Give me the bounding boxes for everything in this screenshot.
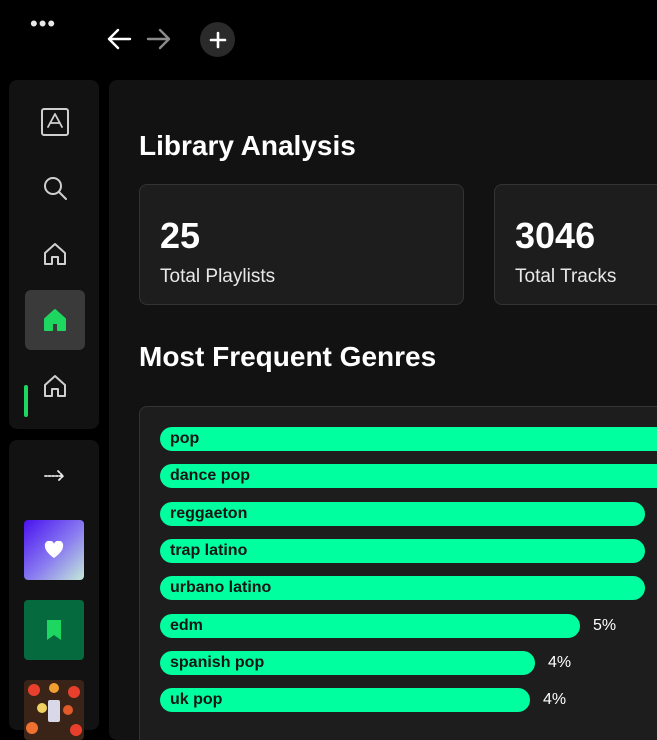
arrow-right-icon[interactable]: [145, 26, 173, 52]
home-icon: [44, 243, 66, 265]
section-title: Most Frequent Genres: [139, 341, 437, 372]
sidebar-library: [9, 440, 99, 740]
genre-row: uk pop 4%: [160, 688, 657, 713]
genre-row: edm 5%: [160, 613, 657, 638]
genre-chart: pop dance pop reggaeton trap latino urbano l…: [139, 406, 657, 740]
genre-label: trap latino: [170, 541, 248, 559]
top-bar: •••: [0, 0, 657, 80]
genre-bar: urbano latino: [160, 576, 645, 601]
sidebar-item-marketplace[interactable]: [25, 92, 85, 152]
sidebar-item-home-2[interactable]: [25, 356, 85, 416]
genre-label: dance pop: [170, 467, 251, 485]
genre-row: urbano latino: [160, 576, 657, 601]
main-content: Library Analysis 25 Total Playlists 3046…: [109, 80, 657, 740]
genre-bar: uk pop: [160, 688, 530, 713]
genre-row: spanish pop 4%: [160, 650, 657, 675]
page-title: Library Analysis: [139, 130, 356, 161]
stat-label: Total Playlists: [160, 266, 276, 287]
expand-library-button[interactable]: [25, 446, 85, 506]
bookmark-icon: [47, 620, 61, 640]
plus-icon: [209, 31, 226, 48]
sidebar-item-home-active[interactable]: [25, 290, 85, 350]
genre-bar: edm: [160, 613, 580, 638]
new-button[interactable]: [200, 22, 235, 57]
genre-label: reggaeton: [170, 504, 248, 522]
genre-bar: spanish pop: [160, 650, 535, 675]
playlist-cover-tile[interactable]: [24, 680, 84, 740]
genre-bar: trap latino: [160, 538, 645, 563]
sidebar-item-home[interactable]: [25, 224, 85, 284]
marketplace-icon: [41, 108, 69, 136]
genre-label: spanish pop: [170, 653, 265, 671]
home-icon: [44, 309, 66, 331]
sidebar-item-search[interactable]: [25, 158, 85, 218]
genre-percent: 5%: [593, 616, 617, 634]
genre-row: dance pop: [160, 464, 657, 489]
home-icon: [44, 375, 66, 397]
arrow-left-icon[interactable]: [105, 26, 133, 52]
stat-label: Total Tracks: [515, 266, 617, 287]
genre-percent: 4%: [543, 691, 567, 709]
arrow-right-icon: [44, 470, 64, 482]
sidebar-nav: [9, 80, 99, 429]
genre-row: trap latino: [160, 538, 657, 563]
stat-card-playlists: 25 Total Playlists: [139, 184, 464, 305]
genre-percent: 4%: [548, 653, 572, 671]
genre-row: reggaeton: [160, 501, 657, 526]
genre-bar: dance pop: [160, 464, 657, 489]
genre-label: urbano latino: [170, 579, 272, 597]
genre-label: uk pop: [170, 691, 223, 709]
saved-episodes-tile[interactable]: [24, 600, 84, 660]
genre-bar: reggaeton: [160, 501, 645, 526]
playlist-cover: [24, 680, 84, 740]
genre-row: pop: [160, 427, 657, 451]
search-icon: [44, 177, 67, 200]
genre-label: pop: [170, 430, 200, 447]
heart-icon: [44, 541, 64, 558]
genre-bar: pop: [160, 427, 657, 451]
genre-label: edm: [170, 616, 203, 634]
more-horizontal-icon[interactable]: •••: [30, 13, 56, 35]
liked-songs-tile[interactable]: [24, 520, 84, 580]
stat-value: 25: [160, 215, 201, 256]
stat-value: 3046: [515, 215, 596, 256]
stat-card-tracks: 3046 Total Tracks: [494, 184, 657, 305]
